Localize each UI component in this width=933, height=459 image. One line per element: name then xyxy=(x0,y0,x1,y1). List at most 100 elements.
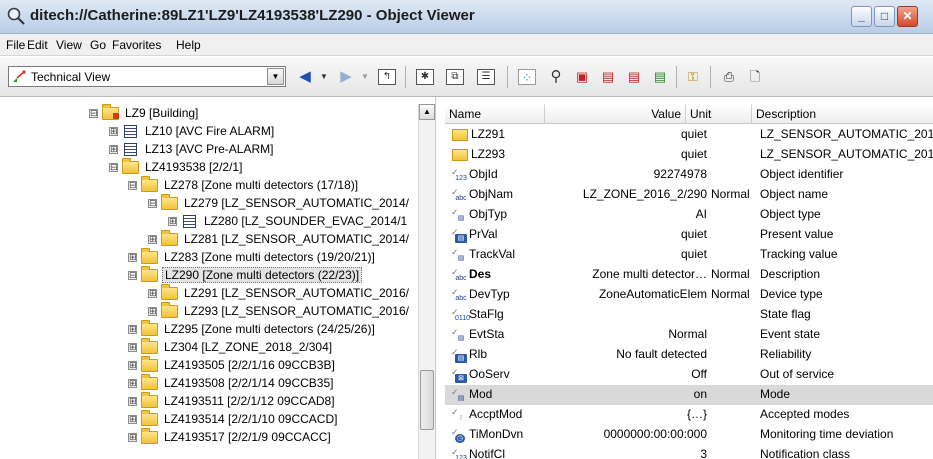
collapse-icon[interactable]: ⊟ xyxy=(128,271,137,280)
expand-icon[interactable]: ⊞ xyxy=(148,235,157,244)
menu-help[interactable]: Help xyxy=(176,38,201,52)
property-row[interactable]: ✓ abc DevTyp ZoneAutomaticElem Normal Device … xyxy=(445,285,933,305)
tree-node-label[interactable]: LZ278 [Zone multi detectors (17/18)] xyxy=(162,178,360,192)
property-type-icon: ✓ 123 xyxy=(451,168,467,183)
property-type-icon: ✓ ▤ xyxy=(451,208,467,223)
property-row[interactable]: ✓ ◷ TiMonDvn 0000000:00:00:000 Monitoring ti… xyxy=(445,425,933,445)
property-type-icon: ✓ abc xyxy=(451,188,467,203)
maximize-button[interactable]: □ xyxy=(874,6,895,27)
type-badge: ▤ xyxy=(455,354,467,363)
technical-view-icon xyxy=(13,70,26,82)
property-row[interactable]: ✓ ▤ ObjTyp AI Object type xyxy=(445,205,933,225)
property-row[interactable]: LZ293 quiet LZ_SENSOR_AUTOMATIC_2016 xyxy=(445,145,933,165)
tree-node-label[interactable]: LZ283 [Zone multi detectors (19/20/21)] xyxy=(162,250,377,264)
dropdown-arrow-icon[interactable]: ▼ xyxy=(356,69,374,85)
tree-node-label[interactable]: LZ4193514 [2/2/1/10 09CCACD] xyxy=(162,412,339,426)
tree-node-label[interactable]: LZ10 [AVC Fire ALARM] xyxy=(143,124,276,138)
copy-object-icon[interactable]: ⧉ xyxy=(446,69,464,85)
property-description: Present value xyxy=(760,227,834,241)
view-select[interactable]: Technical View ▼ xyxy=(8,66,286,87)
tree-node-label[interactable]: LZ290 [Zone multi detectors (22/23)] xyxy=(162,267,363,283)
menu-go[interactable]: Go xyxy=(90,38,106,52)
tree-node-label[interactable]: LZ279 [LZ_SENSOR_AUTOMATIC_2014/ xyxy=(182,196,411,210)
type-badge: ▤ xyxy=(455,234,467,243)
menu-favorites[interactable]: Favorites xyxy=(112,38,161,52)
tree-node-label[interactable]: LZ4193505 [2/2/1/16 09CCB3B] xyxy=(162,358,337,372)
collapse-icon[interactable]: ⊟ xyxy=(89,109,98,118)
expand-icon[interactable]: ⊞ xyxy=(128,343,137,352)
property-row[interactable]: ✓ ⁝ AccptMod {…} Accepted modes xyxy=(445,405,933,425)
property-row[interactable]: ✓ ▤ PrVal quiet Present value xyxy=(445,225,933,245)
column-description[interactable]: Description xyxy=(752,104,933,124)
expand-icon[interactable]: ⊞ xyxy=(148,307,157,316)
property-row[interactable]: ✓ abc ObjNam LZ_ZONE_2016_2/290 Normal Object… xyxy=(445,185,933,205)
tree-node-label[interactable]: LZ281 [LZ_SENSOR_AUTOMATIC_2014/ xyxy=(182,232,411,246)
expand-icon[interactable]: ⊞ xyxy=(128,325,137,334)
view-grid-icon[interactable]: ▤ xyxy=(625,69,643,85)
expand-icon[interactable]: ⊞ xyxy=(128,415,137,424)
filter-icon[interactable]: ⁘ xyxy=(518,69,536,85)
collapse-icon[interactable]: ⊟ xyxy=(148,199,157,208)
menu-edit[interactable]: Edit xyxy=(27,38,48,52)
tree-node-label[interactable]: LZ291 [LZ_SENSOR_AUTOMATIC_2016/ xyxy=(182,286,411,300)
print-preview-icon[interactable]: 🗋 xyxy=(746,69,764,85)
chevron-down-icon[interactable]: ▼ xyxy=(267,68,284,85)
column-value[interactable]: Value xyxy=(545,104,686,124)
lock-icon[interactable]: ⚿ xyxy=(684,69,702,85)
up-folder-icon[interactable]: ↰ xyxy=(378,69,396,85)
collapse-icon[interactable]: ⊟ xyxy=(109,163,118,172)
view-tiles-icon[interactable]: ▤ xyxy=(651,69,669,85)
folder-icon xyxy=(161,302,178,318)
property-row[interactable]: ✓ ▤ EvtSta Normal Event state xyxy=(445,325,933,345)
forward-arrow-icon[interactable]: ▶ xyxy=(337,69,355,85)
expand-icon[interactable]: ⊞ xyxy=(128,379,137,388)
minimize-button[interactable]: _ xyxy=(851,6,872,27)
tree-scrollbar[interactable]: ▲ xyxy=(418,104,435,459)
property-row[interactable]: ✓ ▤ TrackVal quiet Tracking value xyxy=(445,245,933,265)
scrollbar-thumb[interactable] xyxy=(420,370,434,430)
expand-icon[interactable]: ⊞ xyxy=(109,145,118,154)
property-row[interactable]: ✓ ⊠ OoServ Off Out of service xyxy=(445,365,933,385)
property-row[interactable]: ✓ 0110 StaFlg State flag xyxy=(445,305,933,325)
expand-icon[interactable]: ⊞ xyxy=(128,433,137,442)
back-arrow-icon[interactable]: ◀ xyxy=(296,69,314,85)
tree-node-label[interactable]: LZ4193511 [2/2/1/12 09CCAD8] xyxy=(162,394,337,408)
column-unit[interactable]: Unit xyxy=(686,104,752,124)
property-row[interactable]: ✓ abc Des Zone multi detector… Normal Descrip… xyxy=(445,265,933,285)
expand-icon[interactable]: ⊞ xyxy=(128,397,137,406)
expand-icon[interactable]: ⊞ xyxy=(128,361,137,370)
menu-view[interactable]: View xyxy=(56,38,82,52)
tree-node-label[interactable]: LZ9 [Building] xyxy=(123,106,200,120)
tree-node-label[interactable]: LZ4193508 [2/2/1/14 09CCB35] xyxy=(162,376,335,390)
view-details-icon[interactable]: ▤ xyxy=(599,69,617,85)
tree-node-label[interactable]: LZ280 [LZ_SOUNDER_EVAC_2014/1 xyxy=(202,214,409,228)
property-row[interactable]: ✓ 123 NotifCl 3 Notification class xyxy=(445,445,933,459)
expand-icon[interactable]: ⊞ xyxy=(128,253,137,262)
property-row[interactable]: LZ291 quiet LZ_SENSOR_AUTOMATIC_2016 xyxy=(445,125,933,145)
property-row-selected[interactable]: ✓ ▤ Mod on Mode xyxy=(445,385,933,405)
print-icon[interactable]: ⎙ xyxy=(720,69,738,85)
expand-icon[interactable]: ⊞ xyxy=(148,289,157,298)
dropdown-arrow-icon[interactable]: ▼ xyxy=(315,69,333,85)
close-button[interactable]: ✕ xyxy=(897,6,918,27)
column-name[interactable]: Name xyxy=(445,104,545,124)
property-value: on xyxy=(693,387,707,401)
menu-file[interactable]: File xyxy=(6,38,25,52)
tree-node-label[interactable]: LZ295 [Zone multi detectors (24/25/26)] xyxy=(162,322,377,336)
find-icon[interactable]: ⚲ xyxy=(547,69,565,85)
properties-icon[interactable]: ☰ xyxy=(477,69,495,85)
toolbar-separator xyxy=(676,66,677,88)
scroll-up-icon[interactable]: ▲ xyxy=(419,104,435,120)
tree-node-label[interactable]: LZ4193517 [2/2/1/9 09CCACC] xyxy=(162,430,333,444)
collapse-icon[interactable]: ⊟ xyxy=(128,181,137,190)
tree-node-label[interactable]: LZ13 [AVC Pre-ALARM] xyxy=(143,142,275,156)
new-object-icon[interactable]: ✱ xyxy=(416,69,434,85)
expand-icon[interactable]: ⊞ xyxy=(168,217,177,226)
property-row[interactable]: ✓ ▤ Rlb No fault detected Reliability xyxy=(445,345,933,365)
property-row[interactable]: ✓ 123 ObjId 92274978 Object identifier xyxy=(445,165,933,185)
tree-node-label[interactable]: LZ293 [LZ_SENSOR_AUTOMATIC_2016/ xyxy=(182,304,411,318)
expand-icon[interactable]: ⊞ xyxy=(109,127,118,136)
tree-node-label[interactable]: LZ4193538 [2/2/1] xyxy=(143,160,244,174)
view-list-icon[interactable]: ▣ xyxy=(573,69,591,85)
tree-node-label[interactable]: LZ304 [LZ_ZONE_2018_2/304] xyxy=(162,340,334,354)
